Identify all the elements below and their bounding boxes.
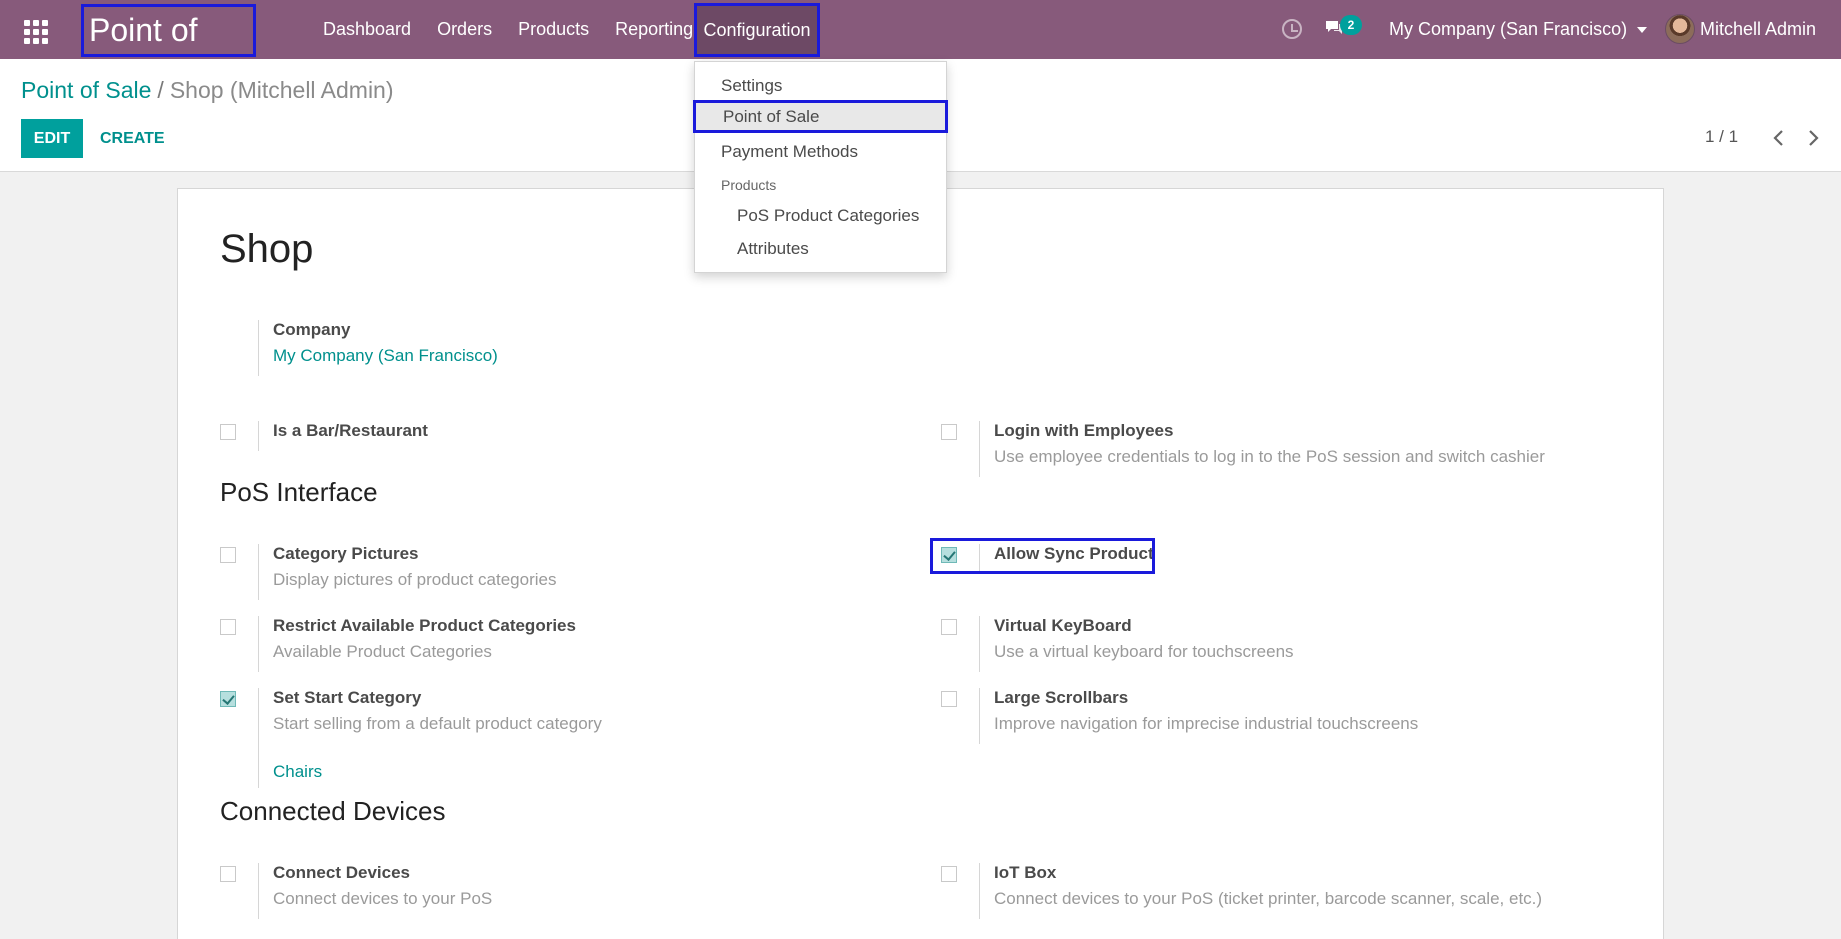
top-navbar: Point of Sale Dashboard Orders Products …: [0, 0, 1841, 94]
main-menu: Dashboard Orders Products Reporting Conf…: [310, 0, 820, 59]
start-category-desc: Start selling from a default product cat…: [273, 714, 602, 733]
bar-restaurant-label: Is a Bar/Restaurant: [273, 421, 428, 440]
company-setting: Company My Company (San Francisco): [220, 320, 620, 380]
divider: [258, 320, 259, 376]
user-menu[interactable]: Mitchell Admin: [1700, 0, 1816, 59]
divider: [258, 863, 259, 919]
virtual-keyboard-desc: Use a virtual keyboard for touchscreens: [994, 642, 1294, 661]
iot-box-desc: Connect devices to your PoS (ticket prin…: [994, 889, 1543, 908]
virtual-keyboard-label: Virtual KeyBoard: [994, 616, 1132, 635]
divider: [979, 863, 980, 919]
create-button[interactable]: CREATE: [91, 119, 174, 158]
bar-restaurant-checkbox[interactable]: [220, 424, 236, 440]
menu-reporting[interactable]: Reporting: [602, 0, 706, 59]
section-connected-devices: Connected Devices: [220, 796, 446, 826]
company-name: My Company (San Francisco): [1389, 19, 1628, 39]
divider: [979, 688, 980, 744]
highlight-box: [930, 538, 1155, 574]
chat-count-badge: 2: [1340, 15, 1362, 35]
app-brand-title[interactable]: Point of Sale: [81, 4, 256, 94]
start-category-value-link[interactable]: Chairs: [273, 762, 322, 782]
record-title: Shop: [220, 227, 314, 271]
activity-clock-icon[interactable]: [1282, 19, 1302, 39]
divider: [258, 688, 259, 788]
iot-box-label: IoT Box: [994, 863, 1057, 882]
restrict-categories-checkbox[interactable]: [220, 619, 236, 635]
restrict-categories-setting: Restrict Available Product Categories Av…: [220, 616, 820, 672]
apps-menu-icon[interactable]: [18, 16, 48, 44]
connect-devices-label: Connect Devices: [273, 863, 410, 882]
user-avatar[interactable]: [1665, 14, 1695, 44]
restrict-categories-label: Restrict Available Product Categories: [273, 616, 576, 635]
dropdown-item-pos-product-categories[interactable]: PoS Product Categories: [695, 199, 946, 232]
section-pos-interface: PoS Interface: [220, 477, 378, 507]
menu-orders[interactable]: Orders: [424, 0, 505, 59]
company-switcher[interactable]: My Company (San Francisco): [1389, 0, 1648, 59]
large-scrollbars-desc: Improve navigation for imprecise industr…: [994, 714, 1419, 733]
iot-box-setting: IoT Box Connect devices to your PoS (tic…: [941, 863, 1641, 919]
category-pictures-checkbox[interactable]: [220, 547, 236, 563]
divider: [258, 616, 259, 672]
menu-dashboard[interactable]: Dashboard: [310, 0, 424, 59]
dropdown-item-settings[interactable]: Settings: [695, 69, 946, 102]
breadcrumb-parent-link[interactable]: Point of Sale: [21, 77, 151, 103]
dropdown-item-point-of-sale[interactable]: Point of Sale: [693, 100, 948, 133]
configuration-dropdown: Settings Point of Sale Payment Methods P…: [693, 61, 948, 273]
category-pictures-desc: Display pictures of product categories: [273, 570, 557, 589]
bar-restaurant-setting: Is a Bar/Restaurant: [220, 421, 720, 451]
virtual-keyboard-checkbox[interactable]: [941, 619, 957, 635]
large-scrollbars-setting: Large Scrollbars Improve navigation for …: [941, 688, 1541, 744]
divider: [258, 421, 259, 451]
connect-devices-desc: Connect devices to your PoS: [273, 889, 493, 908]
divider: [979, 421, 980, 477]
category-pictures-setting: Category Pictures Display pictures of pr…: [220, 544, 820, 600]
form-sheet: Shop Company My Company (San Francisco) …: [177, 188, 1664, 939]
pager-value[interactable]: 1 / 1: [1705, 127, 1738, 147]
caret-down-icon: [1637, 27, 1648, 34]
large-scrollbars-label: Large Scrollbars: [994, 688, 1129, 707]
company-label: Company: [273, 320, 351, 339]
menu-products[interactable]: Products: [505, 0, 602, 59]
chevron-right-icon[interactable]: [1806, 129, 1820, 147]
dropdown-item-attributes[interactable]: Attributes: [695, 232, 946, 265]
login-employees-setting: Login with Employees Use employee creden…: [941, 421, 1641, 477]
login-employees-checkbox[interactable]: [941, 424, 957, 440]
category-pictures-label: Category Pictures: [273, 544, 419, 563]
connect-devices-checkbox[interactable]: [220, 866, 236, 882]
start-category-label: Set Start Category: [273, 688, 422, 707]
login-employees-desc: Use employee credentials to log in to th…: [994, 447, 1545, 466]
dropdown-header-products: Products: [721, 177, 777, 193]
chevron-left-icon[interactable]: [1772, 129, 1786, 147]
start-category-checkbox[interactable]: [220, 691, 236, 707]
login-employees-label: Login with Employees: [994, 421, 1174, 440]
restrict-categories-desc: Available Product Categories: [273, 642, 492, 661]
large-scrollbars-checkbox[interactable]: [941, 691, 957, 707]
connect-devices-setting: Connect Devices Connect devices to your …: [220, 863, 820, 919]
dropdown-item-payment-methods[interactable]: Payment Methods: [695, 135, 946, 168]
breadcrumb-current: Shop (Mitchell Admin): [169, 77, 394, 103]
breadcrumb: Point of Sale / Shop (Mitchell Admin): [21, 77, 394, 104]
virtual-keyboard-setting: Virtual KeyBoard Use a virtual keyboard …: [941, 616, 1541, 672]
edit-button[interactable]: EDIT: [21, 119, 83, 158]
divider: [979, 616, 980, 672]
breadcrumb-separator: /: [157, 77, 164, 103]
iot-box-checkbox[interactable]: [941, 866, 957, 882]
start-category-setting: Set Start Category Start selling from a …: [220, 688, 820, 788]
divider: [258, 544, 259, 600]
menu-configuration[interactable]: Configuration: [694, 3, 820, 57]
company-value-link[interactable]: My Company (San Francisco): [273, 346, 498, 366]
